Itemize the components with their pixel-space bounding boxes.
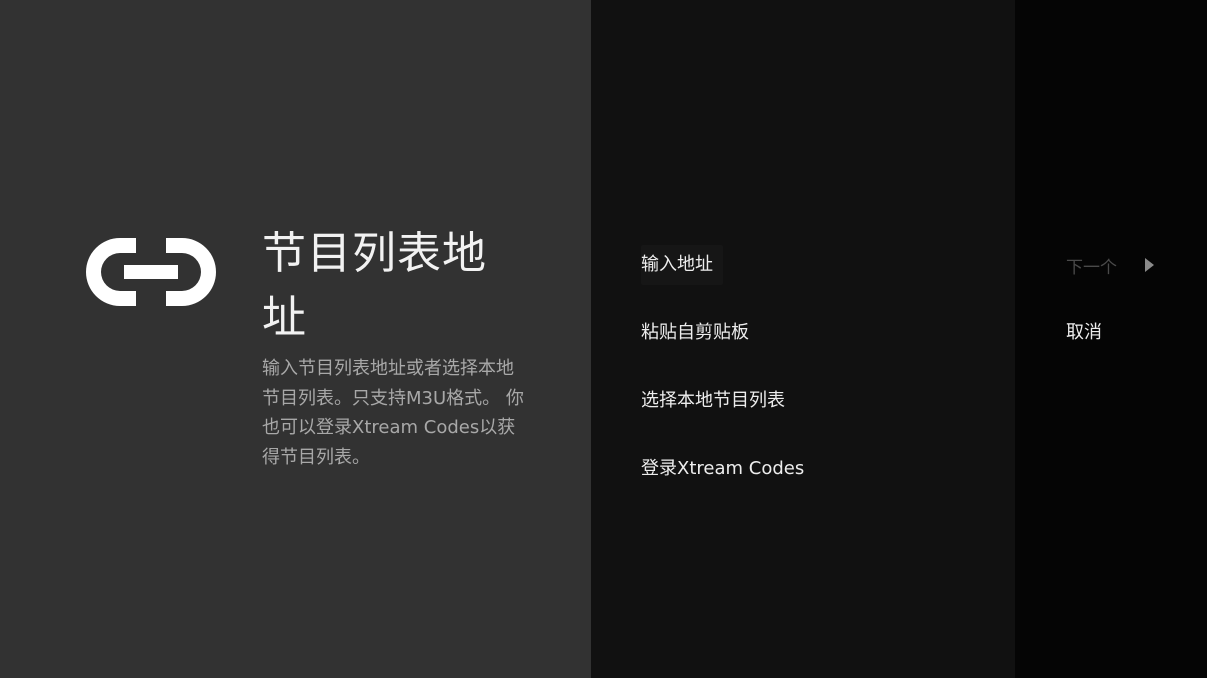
enter-address-action[interactable]: 输入地址 (641, 245, 981, 313)
action-list: 输入地址 粘贴自剪贴板 选择本地节目列表 登录Xtream Codes (641, 245, 981, 517)
guidance-text: 节目列表地址 输入节目列表地址或者选择本地节目列表。只支持M3U格式。 你也可以… (262, 222, 524, 472)
page-title: 节目列表地址 (262, 228, 487, 343)
action-label: 输入地址 (641, 245, 723, 285)
guidance-panel: 节目列表地址 输入节目列表地址或者选择本地节目列表。只支持M3U格式。 你也可以… (0, 0, 591, 678)
playlist-url-screen: 节目列表地址 输入节目列表地址或者选择本地节目列表。只支持M3U格式。 你也可以… (0, 0, 1207, 678)
chevron-right-icon (1145, 258, 1154, 272)
action-label: 选择本地节目列表 (641, 390, 785, 411)
next-label: 下一个 (1066, 257, 1117, 278)
guidance-description: 输入节目列表地址或者选择本地节目列表。只支持M3U格式。 你也可以登录Xtrea… (262, 358, 524, 468)
cancel-button[interactable]: 取消 (1066, 313, 1102, 353)
next-button[interactable]: 下一个 (1066, 245, 1154, 285)
action-label: 粘贴自剪贴板 (641, 322, 749, 343)
paste-from-clipboard-action[interactable]: 粘贴自剪贴板 (641, 313, 981, 381)
actions-panel: 输入地址 粘贴自剪贴板 选择本地节目列表 登录Xtream Codes (591, 0, 1015, 678)
sub-actions-panel: 下一个 取消 (1015, 0, 1207, 678)
action-label: 登录Xtream Codes (641, 458, 805, 479)
login-xtream-codes-action[interactable]: 登录Xtream Codes (641, 449, 981, 517)
select-local-playlist-action[interactable]: 选择本地节目列表 (641, 381, 981, 449)
link-icon (86, 238, 216, 306)
